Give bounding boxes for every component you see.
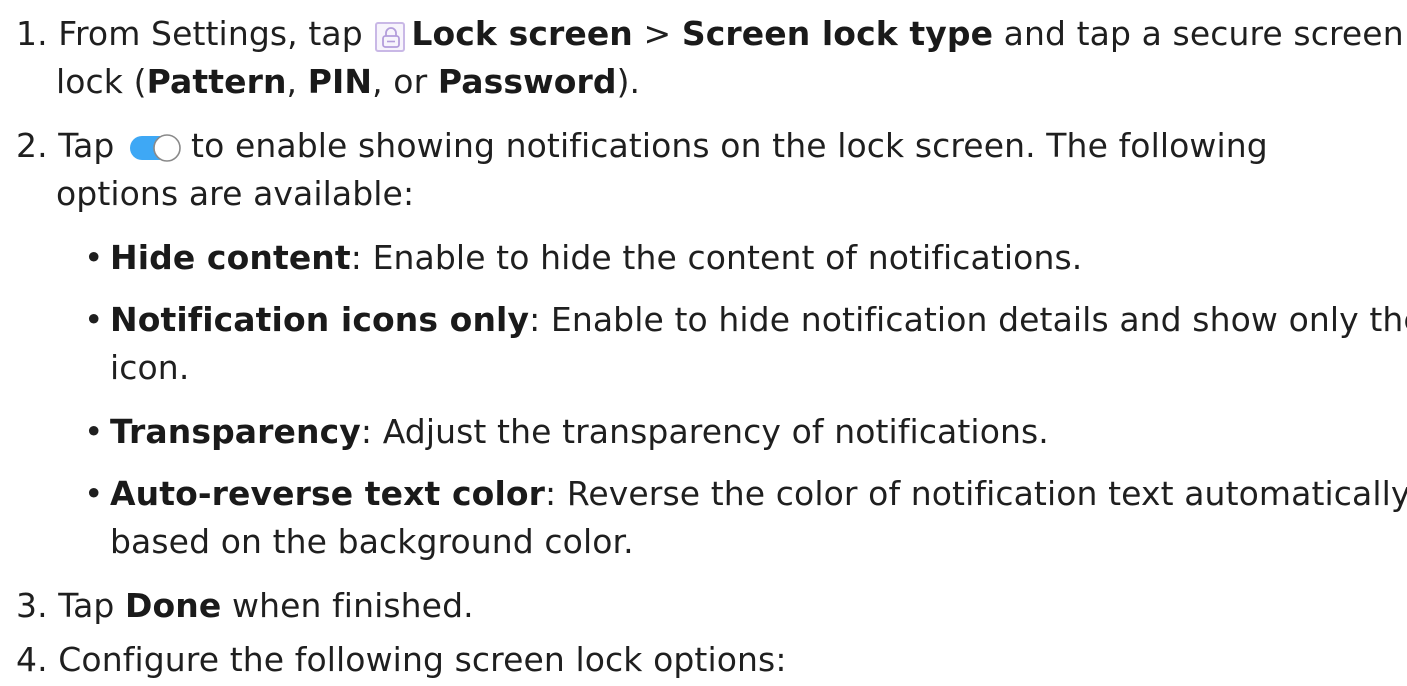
lock-icon [375,22,406,52]
option-description: icon. [110,348,190,387]
step-text: options are available: [56,174,415,213]
step-text: when finished. [221,586,474,625]
document-page: 1. From Settings, tap Lock screen > Scre… [0,0,1407,686]
option-transparency: • Transparency: Adjust the transparency o… [84,412,1049,452]
option-description: : Adjust the transparency of notificatio… [360,412,1049,451]
option-description: based on the background color. [110,522,634,561]
step-text: Configure the following screen lock opti… [58,640,787,679]
option-auto-reverse-text-color-line-2: based on the background color. [110,522,634,562]
step-text: to enable showing notifications on the l… [191,126,1268,165]
bullet: • [84,238,104,277]
step-text: Tap [58,126,115,165]
option-label: Hide content [110,238,351,277]
step-text: , [286,62,308,101]
step-1-line-2: lock (Pattern, PIN, or Password). [56,62,640,102]
step-text: and tap a secure screen [993,14,1404,53]
option-notification-icons-only: • Notification icons only: Enable to hide… [84,300,1407,340]
toggle-on-icon [129,133,185,163]
pin-label: PIN [307,62,373,101]
step-text: ). [616,62,641,101]
option-notification-icons-only-line-2: icon. [110,348,189,388]
option-hide-content: • Hide content: Enable to hide the conten… [84,238,1082,278]
step-text: lock ( [56,62,147,101]
step-number: 3. [16,586,48,625]
step-1-line-1: 1. From Settings, tap Lock screen > Scre… [16,14,1404,54]
bullet: • [84,474,104,513]
option-label: Auto-reverse text color [110,474,546,513]
done-label: Done [125,586,222,625]
step-number: 1. [16,14,48,53]
step-number: 4. [16,640,48,679]
step-3: 3. Tap Done when finished. [16,586,474,626]
option-description: : Enable to hide the content of notifica… [350,238,1083,277]
lock-screen-label: Lock screen [411,14,633,53]
option-auto-reverse-text-color: • Auto-reverse text color: Reverse the co… [84,474,1407,514]
bullet: • [84,412,104,451]
screen-lock-type-label: Screen lock type [681,14,994,53]
step-2-line-1: 2. Tap to enable showing notifications o… [16,126,1268,166]
step-text: Tap [58,586,126,625]
option-description: : Enable to hide notification details an… [529,300,1407,339]
option-label: Transparency [110,412,361,451]
step-text: From Settings, tap [58,14,363,53]
option-description: : Reverse the color of notification text… [545,474,1407,513]
pattern-label: Pattern [146,62,287,101]
separator: > [632,14,682,53]
option-label: Notification icons only [110,300,530,339]
bullet: • [84,300,104,339]
step-text: , or [372,62,438,101]
step-4: 4. Configure the following screen lock o… [16,640,787,680]
step-2-line-2: options are available: [56,174,414,214]
password-label: Password [437,62,617,101]
step-number: 2. [16,126,48,165]
